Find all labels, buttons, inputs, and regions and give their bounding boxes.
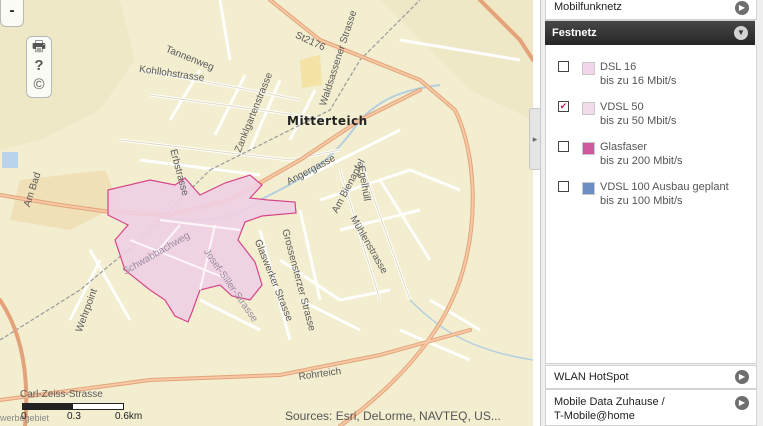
section-wlan-hotspot[interactable]: WLAN HotSpot ▶ (545, 365, 757, 389)
option-label: DSL 16 (600, 61, 637, 73)
checkbox-vdsl-50[interactable]: ✔ (558, 101, 569, 112)
town-label: Mitterteich (287, 114, 368, 128)
checkbox-dsl-16[interactable] (558, 61, 569, 72)
chevron-right-icon: ▸ (532, 134, 538, 144)
color-swatch (582, 182, 595, 195)
mobilfunknetz-title: Mobilfunknetz (554, 1, 622, 13)
scale-bar (22, 403, 124, 410)
option-speed: bis zu 100 Mbit/s (600, 195, 683, 207)
option-vdsl-50[interactable]: ✔ VDSL 50 bis zu 50 Mbit/s (558, 101, 753, 131)
map-canvas (0, 0, 533, 426)
map-tools: 🖶 ? © (26, 36, 52, 98)
option-glasfaser[interactable]: Glasfaser bis zu 200 Mbit/s (558, 141, 753, 171)
option-speed: bis zu 16 Mbit/s (600, 75, 677, 87)
checkbox-vdsl-100[interactable] (558, 181, 569, 192)
color-swatch (582, 62, 595, 75)
option-speed: bis zu 50 Mbit/s (600, 115, 677, 127)
map-attribution: Sources: Esri, DeLorme, NAVTEQ, US... (285, 409, 501, 423)
option-speed: bis zu 200 Mbit/s (600, 155, 683, 167)
wlan-hotspot-title: WLAN HotSpot (554, 371, 629, 383)
option-dsl-16[interactable]: DSL 16 bis zu 16 Mbit/s (558, 61, 753, 91)
chevron-right-icon[interactable]: ▶ (735, 370, 749, 384)
checkbox-glasfaser[interactable] (558, 141, 569, 152)
chevron-right-icon[interactable]: ▶ (735, 1, 749, 15)
copyright-icon[interactable]: © (27, 76, 51, 94)
scale-label-end: 0.6km (115, 411, 143, 422)
mobile-data-title-line2: T-Mobile@home (554, 410, 635, 422)
scale-label-0: 0 (21, 411, 27, 422)
option-label: VDSL 100 Ausbau geplant (600, 181, 729, 193)
section-mobile-data[interactable]: Mobile Data Zuhause / T-Mobile@home ▶ (545, 389, 757, 426)
chevron-right-icon[interactable]: ▶ (735, 396, 749, 410)
option-label: VDSL 50 (600, 101, 644, 113)
zoom-out-button[interactable]: - (0, 0, 24, 27)
map-view[interactable]: Tannenweg Kohllohstrasse St2176 Waldsass… (0, 0, 533, 426)
option-vdsl-100[interactable]: VDSL 100 Ausbau geplant bis zu 100 Mbit/… (558, 181, 753, 211)
chevron-down-icon[interactable]: ▼ (734, 26, 748, 40)
mobile-data-title-line1: Mobile Data Zuhause / (554, 396, 665, 408)
print-icon[interactable]: 🖶 (27, 38, 51, 56)
layer-panel: Mobilfunknetz ▶ Festnetz ▼ DSL 16 bis zu… (540, 0, 763, 426)
section-mobilfunknetz[interactable]: Mobilfunknetz ▶ (545, 0, 757, 20)
section-festnetz-header[interactable]: Festnetz ▼ (545, 20, 755, 45)
festnetz-title: Festnetz (552, 27, 597, 39)
street-label-carl-zeiss-strasse: Carl-Zeiss-Strasse (20, 389, 103, 400)
scale-label-mid: 0.3 (67, 411, 81, 422)
help-icon[interactable]: ? (27, 57, 51, 75)
color-swatch (582, 102, 595, 115)
festnetz-options: DSL 16 bis zu 16 Mbit/s ✔ VDSL 50 bis zu… (545, 45, 757, 364)
option-label: Glasfaser (600, 141, 648, 153)
color-swatch (582, 142, 595, 155)
